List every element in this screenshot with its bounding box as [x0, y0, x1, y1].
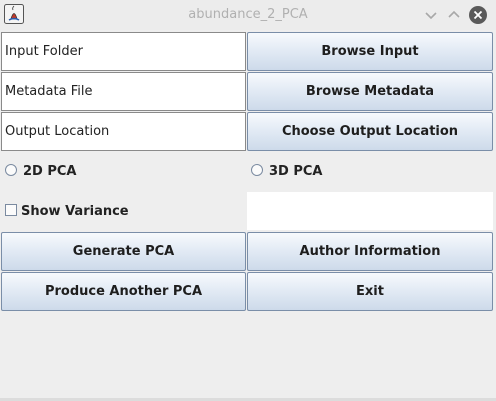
show-variance-label: Show Variance: [21, 204, 129, 219]
radio-2d-label: 2D PCA: [23, 164, 77, 179]
minimize-icon[interactable]: [421, 5, 441, 25]
input-folder-field[interactable]: Input Folder: [1, 32, 246, 71]
output-location-field[interactable]: Output Location: [1, 112, 246, 151]
blank-panel: [247, 192, 493, 230]
maximize-icon[interactable]: [444, 5, 464, 25]
generate-pca-button[interactable]: Generate PCA: [1, 232, 246, 271]
browse-input-button[interactable]: Browse Input: [247, 32, 493, 71]
radio-button-2d[interactable]: [5, 164, 17, 176]
radio-2d-pca[interactable]: 2D PCA: [5, 163, 77, 181]
produce-another-pca-button[interactable]: Produce Another PCA: [1, 272, 246, 311]
radio-3d-pca[interactable]: 3D PCA: [251, 163, 323, 181]
browse-metadata-button[interactable]: Browse Metadata: [247, 72, 493, 111]
metadata-file-field[interactable]: Metadata File: [1, 72, 246, 111]
checkbox-box[interactable]: [5, 204, 17, 216]
radio-3d-label: 3D PCA: [269, 164, 323, 179]
exit-button[interactable]: Exit: [247, 272, 493, 311]
show-variance-checkbox[interactable]: Show Variance: [5, 203, 129, 221]
title-bar: abundance_2_PCA: [0, 0, 496, 30]
choose-output-location-button[interactable]: Choose Output Location: [247, 112, 493, 151]
author-information-button[interactable]: Author Information: [247, 232, 493, 271]
radio-button-3d[interactable]: [251, 164, 263, 176]
close-icon[interactable]: [468, 5, 488, 25]
